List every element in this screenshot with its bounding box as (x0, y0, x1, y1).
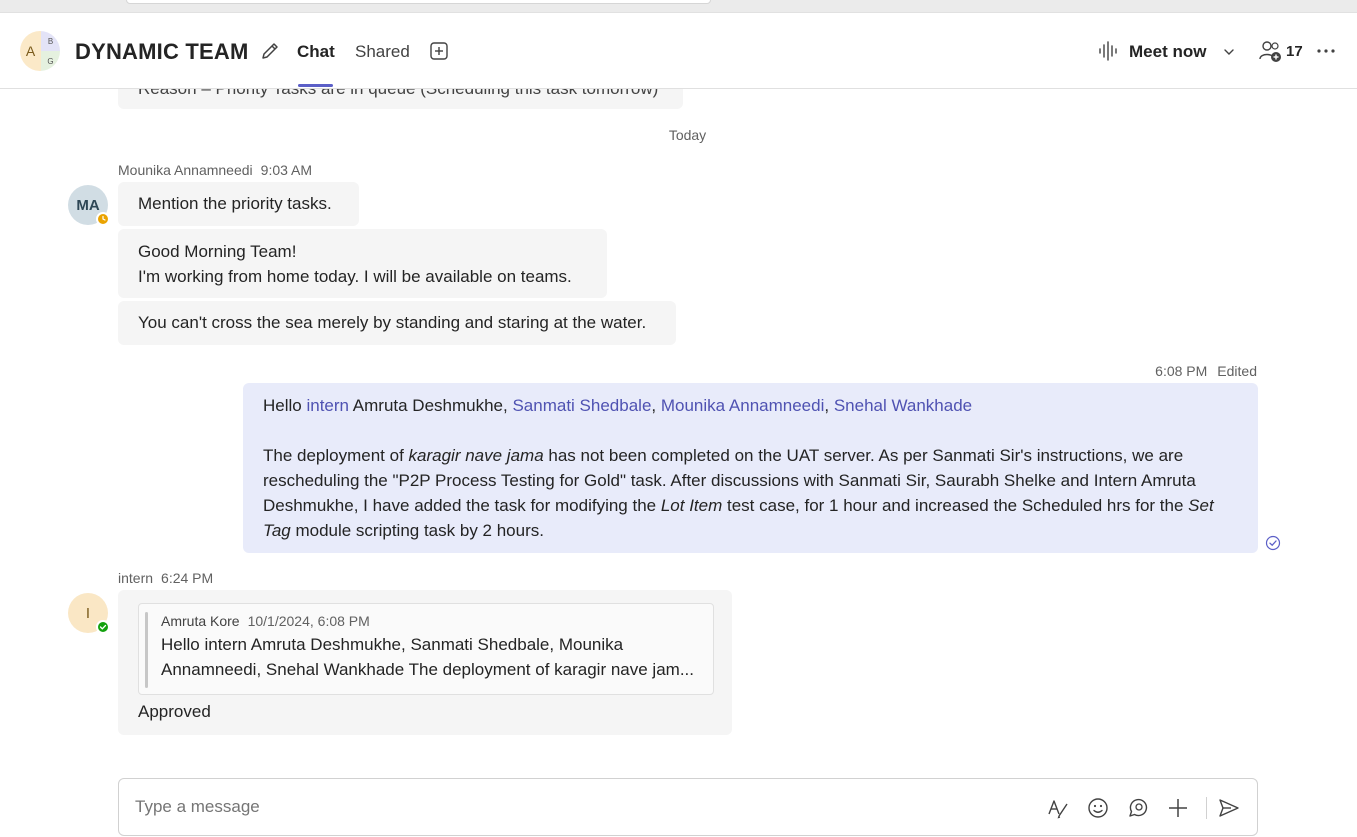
greeting-text: Hello (263, 396, 307, 415)
text-run: The deployment of (263, 446, 409, 465)
active-tab-indicator (298, 84, 333, 87)
message-bubble[interactable]: You can't cross the sea merely by standi… (118, 301, 676, 345)
plus-icon[interactable] (1166, 796, 1190, 820)
loop-icon[interactable] (1126, 796, 1150, 820)
quote-line: Hello intern Amruta Deshmukhe, Sanmati S… (161, 635, 624, 654)
message-composer[interactable] (118, 778, 1258, 836)
message-text: Mention the priority tasks. (138, 194, 332, 213)
group-avatar[interactable]: A B G (20, 31, 60, 71)
clock-icon (102, 215, 106, 221)
reply-message-bubble[interactable]: Amruta Kore 10/1/2024, 6:08 PM Hello inte… (118, 590, 732, 735)
page-title: DYNAMIC TEAM (75, 39, 249, 64)
message-bubble[interactable]: Mention the priority tasks. (118, 182, 359, 226)
edited-label: Edited (1217, 363, 1257, 379)
message-input[interactable] (135, 797, 935, 817)
message-meta: Mounika Annamneedi 9:03 AM (118, 162, 312, 178)
day-divider: Today (668, 127, 707, 143)
chat-header: A B G DYNAMIC TEAM Chat Shared Meet now (0, 13, 1357, 89)
avatar-initials: MA (76, 196, 100, 214)
quote-meta: Amruta Kore 10/1/2024, 6:08 PM (161, 613, 701, 629)
presence-away-badge (96, 212, 110, 226)
toolbar-divider (1206, 797, 1207, 819)
format-icon[interactable] (1046, 796, 1070, 820)
avatar[interactable]: MA (68, 185, 110, 226)
message-text: Good Morning Team! (138, 242, 297, 261)
quote-author: Amruta Kore (161, 613, 240, 629)
quote-text: Hello intern Amruta Deshmukhe, Sanmati S… (161, 632, 701, 682)
message-text: I'm working from home today. I will be a… (138, 267, 572, 286)
group-avatar-letter-a: A (20, 31, 41, 71)
separator: , (824, 396, 834, 415)
quote-bar (145, 612, 148, 688)
group-avatar-letter-b: B (41, 31, 60, 51)
group-avatar-letter-g: G (41, 51, 60, 71)
mention-sanmati[interactable]: Sanmati Shedbale (512, 396, 651, 415)
quote-time: 10/1/2024, 6:08 PM (247, 613, 370, 629)
seen-icon (1265, 535, 1281, 551)
message-time: 6:24 PM (161, 570, 214, 586)
message-time: 6:08 PM (1155, 363, 1208, 379)
presence-online-badge (96, 620, 110, 634)
tab-chat[interactable]: Chat (297, 42, 335, 62)
add-tab-icon[interactable] (429, 41, 449, 61)
meet-waveform-icon[interactable] (1098, 41, 1118, 61)
sender-name: intern (118, 570, 154, 586)
avatar[interactable]: I (68, 593, 110, 634)
quoted-message[interactable]: Amruta Kore 10/1/2024, 6:08 PM Hello inte… (138, 603, 714, 695)
my-message-bubble[interactable]: Hello intern Amruta Deshmukhe, Sanmati S… (243, 383, 1258, 553)
message-text: You can't cross the sea merely by standi… (138, 313, 647, 332)
message-bubble[interactable]: Good Morning Team! I'm working from home… (118, 229, 607, 298)
search-box[interactable] (126, 0, 711, 4)
meet-now-button[interactable]: Meet now (1129, 42, 1206, 62)
title-bar-strip (0, 0, 1357, 13)
more-icon[interactable] (1316, 44, 1336, 58)
quote-line: Annamneedi, Snehal Wankhade The deployme… (161, 660, 694, 679)
separator: , (651, 396, 661, 415)
check-icon (99, 624, 107, 630)
sender-name: Mounika Annamneedi (118, 162, 253, 178)
people-add-icon[interactable] (1258, 39, 1282, 63)
my-message-meta: 6:08 PM Edited (1155, 363, 1257, 379)
text-run: test case, for 1 hour and increased the … (722, 496, 1189, 515)
send-icon[interactable] (1217, 796, 1241, 820)
message-meta: intern 6:24 PM (118, 570, 213, 586)
mention-snehal[interactable]: Snehal Wankhade (834, 396, 972, 415)
avatar-initials: I (85, 604, 91, 622)
message-text: Approved (138, 702, 211, 721)
participant-count[interactable]: 17 (1286, 43, 1303, 60)
italic-run: karagir nave jama (408, 446, 544, 465)
message-thread[interactable]: Reason – Priority Tasks are in queue (Sc… (0, 89, 1357, 769)
text-run: module scripting task by 2 hours. (290, 521, 544, 540)
emoji-icon[interactable] (1086, 796, 1110, 820)
message-time: 9:03 AM (260, 162, 313, 178)
message-paragraph: The deployment of karagir nave jama has … (263, 443, 1238, 543)
pencil-icon[interactable] (259, 40, 281, 62)
message-greeting-line: Hello intern Amruta Deshmukhe, Sanmati S… (263, 393, 1238, 418)
message-bubble-previous[interactable]: Reason – Priority Tasks are in queue (Sc… (118, 89, 683, 109)
message-text: Reason – Priority Tasks are in queue (Sc… (138, 89, 658, 98)
mention-intern[interactable]: intern (306, 396, 349, 415)
chevron-down-icon[interactable] (1222, 45, 1236, 59)
italic-run: Lot Item (660, 496, 723, 515)
mention-mounika[interactable]: Mounika Annamneedi (661, 396, 825, 415)
tab-shared[interactable]: Shared (355, 42, 410, 62)
plain-name: Amruta Deshmukhe, (349, 396, 513, 415)
